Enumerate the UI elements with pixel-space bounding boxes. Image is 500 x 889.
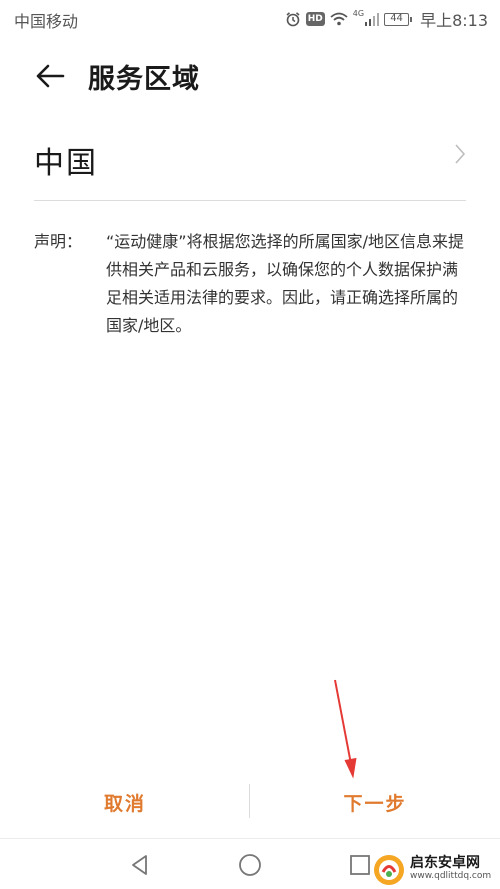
annotation-arrow-icon (334, 679, 357, 779)
page-title: 服务区域 (88, 64, 200, 95)
status-bar: 中国移动 HD 4G 44 早上8:13 (0, 0, 500, 34)
carrier-label: 中国移动 (14, 12, 79, 31)
nav-recents-button[interactable] (346, 851, 374, 879)
alarm-icon (285, 11, 301, 27)
chevron-right-icon (454, 143, 466, 169)
region-selector[interactable]: 中国 (34, 128, 466, 201)
watermark-title: 启东安卓网 (410, 854, 480, 871)
triangle-back-icon (132, 855, 147, 875)
status-icons: HD 4G 44 早上8:13 (285, 7, 488, 31)
region-value: 中国 (34, 146, 98, 181)
wifi-icon (330, 12, 348, 26)
battery-icon: 44 (384, 12, 413, 26)
back-button[interactable] (32, 58, 68, 94)
circle-home-icon (239, 854, 261, 876)
header: 服务区域 (0, 48, 500, 104)
signal-icon (365, 12, 380, 26)
next-button[interactable]: 下一步 (250, 774, 500, 830)
square-recents-icon (350, 855, 370, 875)
bottom-actions: 取消 下一步 (0, 774, 500, 830)
watermark: 启东安卓网 www.qdlittdq.com (372, 850, 500, 889)
notice-text: “运动健康”将根据您选择的所属国家/地区信息来提供相关产品和云服务，以确保您的个… (106, 232, 464, 335)
watermark-logo-icon (374, 854, 404, 885)
watermark-url: www.qdlittdq.com (410, 870, 492, 881)
cancel-button[interactable]: 取消 (0, 774, 250, 830)
notice-label: 声明： (34, 232, 83, 251)
clock-label: 早上8:13 (420, 11, 488, 30)
nav-home-button[interactable] (236, 851, 264, 879)
network-type-label: 4G (352, 8, 365, 18)
nav-back-button[interactable] (126, 851, 154, 879)
hd-badge: HD (305, 12, 325, 26)
arrow-left-icon (36, 64, 65, 88)
